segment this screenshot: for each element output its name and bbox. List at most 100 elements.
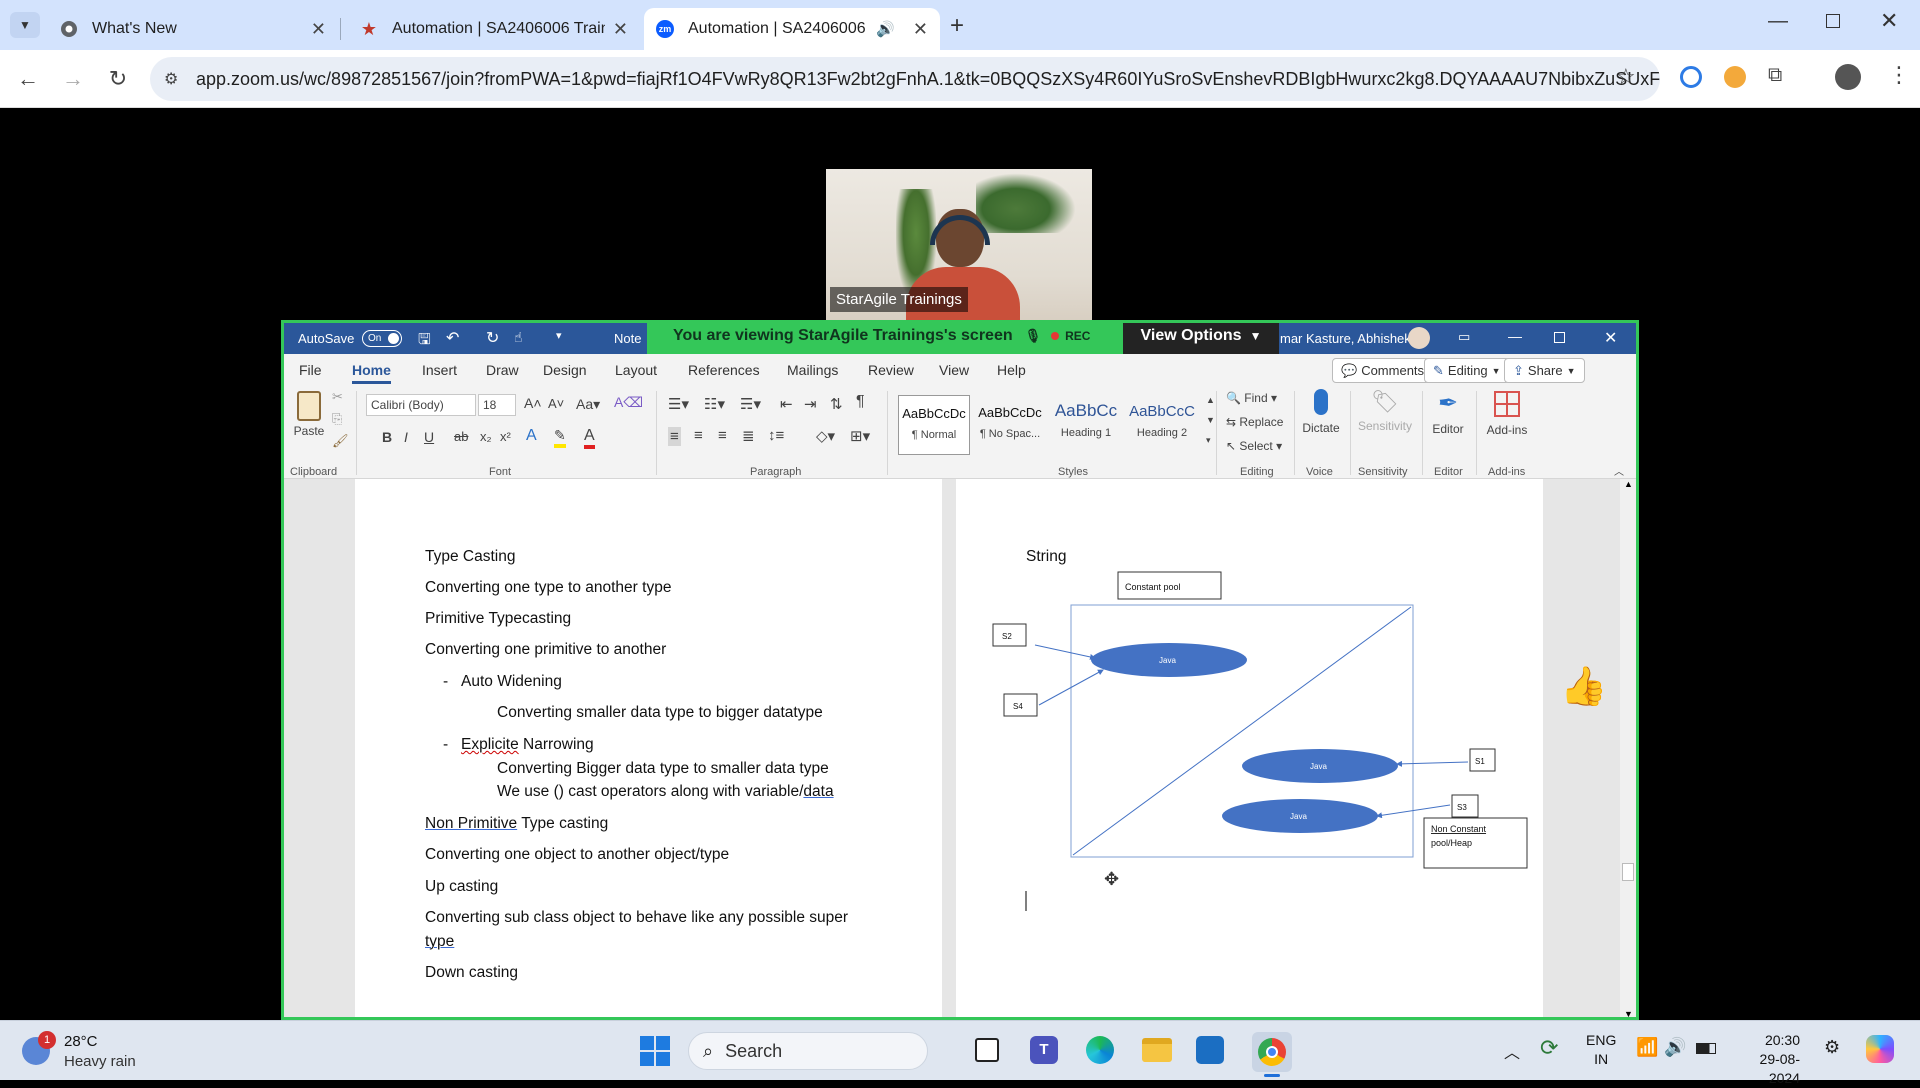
sort-icon[interactable]: ⇅	[830, 395, 843, 413]
close-tab-icon[interactable]: ✕	[311, 19, 326, 40]
editing-mode-button[interactable]: ✎ Editing ▼	[1424, 358, 1510, 383]
strikethrough-button[interactable]: ab	[454, 429, 468, 444]
document-page-2[interactable]: String Constant pool S2 S4 S1 S3 Java Ja…	[956, 479, 1543, 1017]
numbering-icon[interactable]: ☷▾	[704, 395, 725, 413]
task-view-icon[interactable]	[975, 1038, 999, 1062]
tab-file[interactable]: File	[299, 362, 322, 378]
align-center-icon[interactable]: ≡	[694, 427, 703, 444]
styles-scroll-up-icon[interactable]: ▲	[1206, 395, 1215, 405]
document-page-1[interactable]: Type Casting Converting one type to anot…	[355, 479, 942, 1017]
bookmark-star-icon[interactable]: ☆	[1616, 64, 1636, 90]
new-tab-button[interactable]: +	[950, 12, 964, 40]
format-painter-icon[interactable]: 🖌	[332, 433, 349, 449]
close-window-icon[interactable]: ✕	[1880, 8, 1898, 34]
word-restore-icon[interactable]	[1554, 332, 1565, 343]
browser-menu-icon[interactable]: ⋮	[1888, 62, 1910, 88]
justify-icon[interactable]: ≣	[742, 427, 755, 445]
ribbon-display-icon[interactable]: ▭	[1458, 329, 1470, 345]
weather-widget[interactable]: 1 28°C Heavy rain	[20, 1031, 180, 1073]
replace-button[interactable]: ⇆ Replace	[1226, 415, 1283, 429]
addins-button[interactable]: Add-ins	[1480, 389, 1534, 437]
scroll-thumb[interactable]	[1622, 863, 1634, 881]
sync-icon[interactable]: ⟳	[1540, 1035, 1558, 1061]
close-tab-icon[interactable]: ✕	[913, 19, 928, 40]
chrome-taskbar-icon[interactable]	[1252, 1032, 1292, 1077]
teams-icon[interactable]: T	[1030, 1036, 1058, 1064]
collapse-ribbon-icon[interactable]: ︿	[1614, 463, 1624, 478]
browser-tab-whats-new[interactable]: What's New ✕	[48, 8, 338, 50]
undo-icon[interactable]: ↶	[446, 328, 459, 348]
multilevel-list-icon[interactable]: ☴▾	[740, 395, 761, 413]
styles-expand-icon[interactable]: ▾	[1206, 435, 1211, 446]
text-effects-icon[interactable]: A	[526, 427, 537, 445]
editor-button[interactable]: ✒ Editor	[1426, 389, 1470, 436]
comments-button[interactable]: 💬 Comments	[1332, 358, 1434, 383]
start-windows-icon[interactable]	[640, 1036, 670, 1066]
tab-view[interactable]: View	[939, 362, 969, 378]
dictate-button[interactable]: Dictate	[1300, 389, 1342, 435]
forward-arrow-icon[interactable]: →	[58, 64, 88, 94]
line-spacing-icon[interactable]: ↕≡	[768, 427, 784, 444]
styles-scroll-down-icon[interactable]: ▼	[1206, 415, 1215, 425]
touch-mode-icon[interactable]: ☝	[514, 329, 523, 346]
clear-formatting-icon[interactable]: A⌫	[614, 394, 643, 411]
close-tab-icon[interactable]: ✕	[613, 19, 628, 40]
shading-icon[interactable]: ◇▾	[816, 427, 835, 445]
edge-icon[interactable]	[1086, 1036, 1114, 1064]
restore-window-icon[interactable]	[1826, 14, 1840, 28]
font-name-dropdown[interactable]: Calibri (Body)	[366, 394, 476, 416]
tab-design[interactable]: Design	[543, 362, 587, 378]
minimize-window-icon[interactable]: —	[1768, 10, 1788, 33]
word-minimize-icon[interactable]: —	[1508, 328, 1522, 344]
reload-icon[interactable]: ↻	[103, 64, 133, 94]
participant-video-tile[interactable]: StarAgile Trainings	[826, 169, 1092, 321]
tab-help[interactable]: Help	[997, 362, 1026, 378]
align-right-icon[interactable]: ≡	[718, 427, 727, 444]
copilot-icon[interactable]	[1866, 1035, 1894, 1063]
tab-draw[interactable]: Draw	[486, 362, 519, 378]
volume-icon[interactable]: 🔊	[1664, 1037, 1686, 1058]
browser-tab-automation-active[interactable]: zm Automation | SA2406006 Tr 🔊 ✕	[644, 8, 940, 50]
save-icon[interactable]: 🖫	[418, 329, 431, 354]
tab-review[interactable]: Review	[868, 362, 914, 378]
show-hidden-icons[interactable]: ︿	[1504, 1039, 1520, 1063]
tab-references[interactable]: References	[688, 362, 760, 378]
redo-icon[interactable]: ↻	[486, 328, 499, 348]
sensitivity-button[interactable]: 🏷 Sensitivity	[1354, 389, 1416, 433]
superscript-button[interactable]: x²	[500, 429, 511, 444]
back-arrow-icon[interactable]: ←	[13, 64, 43, 94]
tab-home[interactable]: Home	[352, 362, 391, 384]
vertical-scrollbar[interactable]: ▲ ▼	[1620, 479, 1636, 1017]
style-heading-1[interactable]: AaBbCc Heading 1	[1050, 395, 1122, 455]
bullets-icon[interactable]: ☰▾	[668, 395, 689, 413]
battery-icon[interactable]	[1696, 1043, 1716, 1054]
word-close-icon[interactable]: ✕	[1604, 328, 1617, 348]
customize-qat-icon[interactable]: ▾	[556, 329, 562, 342]
notification-bell-icon[interactable]: ⚙	[1824, 1037, 1840, 1058]
user-avatar[interactable]	[1408, 327, 1430, 349]
cut-icon[interactable]: ✂	[332, 389, 343, 405]
select-button[interactable]: ↖ Select ▾	[1226, 439, 1282, 453]
style-normal[interactable]: AaBbCcDc ¶ Normal	[898, 395, 970, 455]
browser-tab-automation-1[interactable]: ★ Automation | SA2406006 Trainin ✕	[348, 8, 640, 50]
language-indicator[interactable]: ENG IN	[1586, 1031, 1616, 1069]
extension-speed-icon[interactable]	[1724, 66, 1746, 88]
share-button[interactable]: ⇪ Share ▼	[1504, 358, 1585, 383]
clock[interactable]: 20:30 29-08-2024	[1730, 1031, 1800, 1088]
italic-button[interactable]: I	[404, 429, 408, 445]
extension-zoom-icon[interactable]	[1680, 66, 1702, 88]
find-button[interactable]: 🔍 Find ▾	[1226, 391, 1277, 405]
borders-icon[interactable]: ⊞▾	[850, 427, 870, 445]
font-size-dropdown[interactable]: 18	[478, 394, 516, 416]
increase-indent-icon[interactable]: ⇥	[804, 395, 817, 413]
grow-font-icon[interactable]: A˄	[524, 395, 542, 411]
store-icon[interactable]	[1196, 1036, 1224, 1064]
profile-avatar[interactable]	[1835, 64, 1861, 90]
highlight-icon[interactable]: ✎	[554, 427, 566, 448]
scroll-up-icon[interactable]: ▲	[1624, 479, 1633, 489]
style-heading-2[interactable]: AaBbCcC Heading 2	[1126, 395, 1198, 455]
tab-search-chevron-icon[interactable]: ▼	[10, 12, 40, 38]
scroll-down-icon[interactable]: ▼	[1624, 1009, 1633, 1017]
decrease-indent-icon[interactable]: ⇤	[780, 395, 793, 413]
tab-insert[interactable]: Insert	[422, 362, 457, 378]
